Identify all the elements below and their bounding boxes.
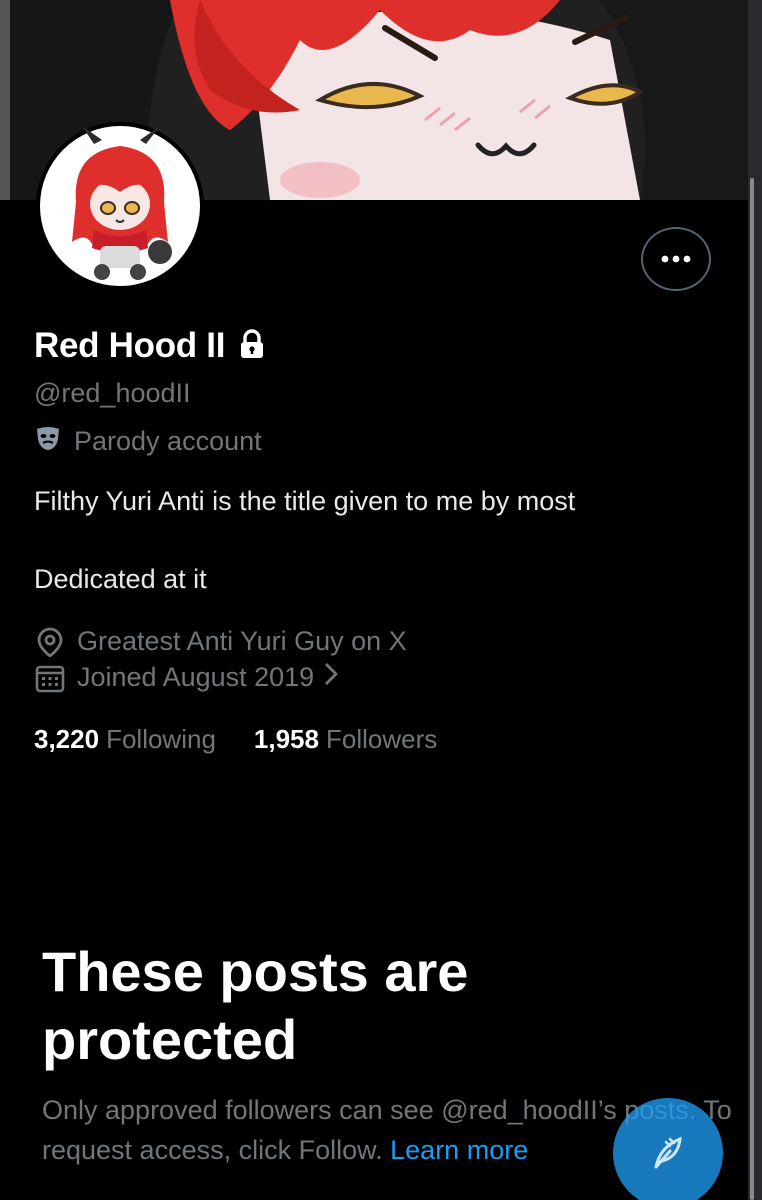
learn-more-link[interactable]: Learn more: [390, 1135, 528, 1165]
chevron-right-icon: [324, 662, 339, 693]
lock-icon: [239, 328, 265, 364]
follow-stats: 3,220 Following 1,958 Followers: [34, 724, 475, 755]
parody-label-text: Parody account: [74, 426, 262, 456]
compose-feather-icon: [654, 1136, 682, 1169]
name-row: Red Hood II: [34, 326, 265, 366]
location-pin-icon: [34, 627, 66, 657]
following-link[interactable]: 3,220 Following: [34, 724, 216, 755]
scrollbar[interactable]: [750, 178, 754, 1200]
mask-icon: [34, 424, 62, 459]
followers-count: 1,958: [253, 724, 319, 754]
location-text: Greatest Anti Yuri Guy on X: [77, 626, 407, 656]
followers-label: Followers: [325, 724, 438, 754]
joined-text: Joined August 2019: [77, 662, 315, 692]
bio-line-1: Filthy Yuri Anti is the title given to m…: [34, 486, 576, 516]
more-icon: [661, 255, 691, 263]
following-count: 3,220: [34, 724, 100, 754]
profile-handle: @red_hoodII: [34, 378, 191, 408]
followers-link[interactable]: 1,958 Followers: [254, 724, 437, 755]
location-row: Greatest Anti Yuri Guy on X: [34, 626, 407, 657]
calendar-icon: [34, 663, 66, 693]
avatar-illustration: [36, 122, 204, 290]
following-label: Following: [106, 724, 216, 754]
profile-page: Red Hood II @red_hoodII Parody account F…: [0, 0, 748, 1200]
more-options-button[interactable]: [641, 227, 711, 291]
parody-label: Parody account: [34, 424, 262, 459]
display-name: Red Hood II: [34, 326, 226, 365]
bio-line-2: Dedicated at it: [34, 564, 207, 594]
joined-row[interactable]: Joined August 2019: [34, 662, 339, 693]
profile-avatar[interactable]: [36, 122, 204, 290]
protected-title: These posts are protected: [42, 940, 469, 1071]
compose-button[interactable]: [613, 1098, 723, 1200]
